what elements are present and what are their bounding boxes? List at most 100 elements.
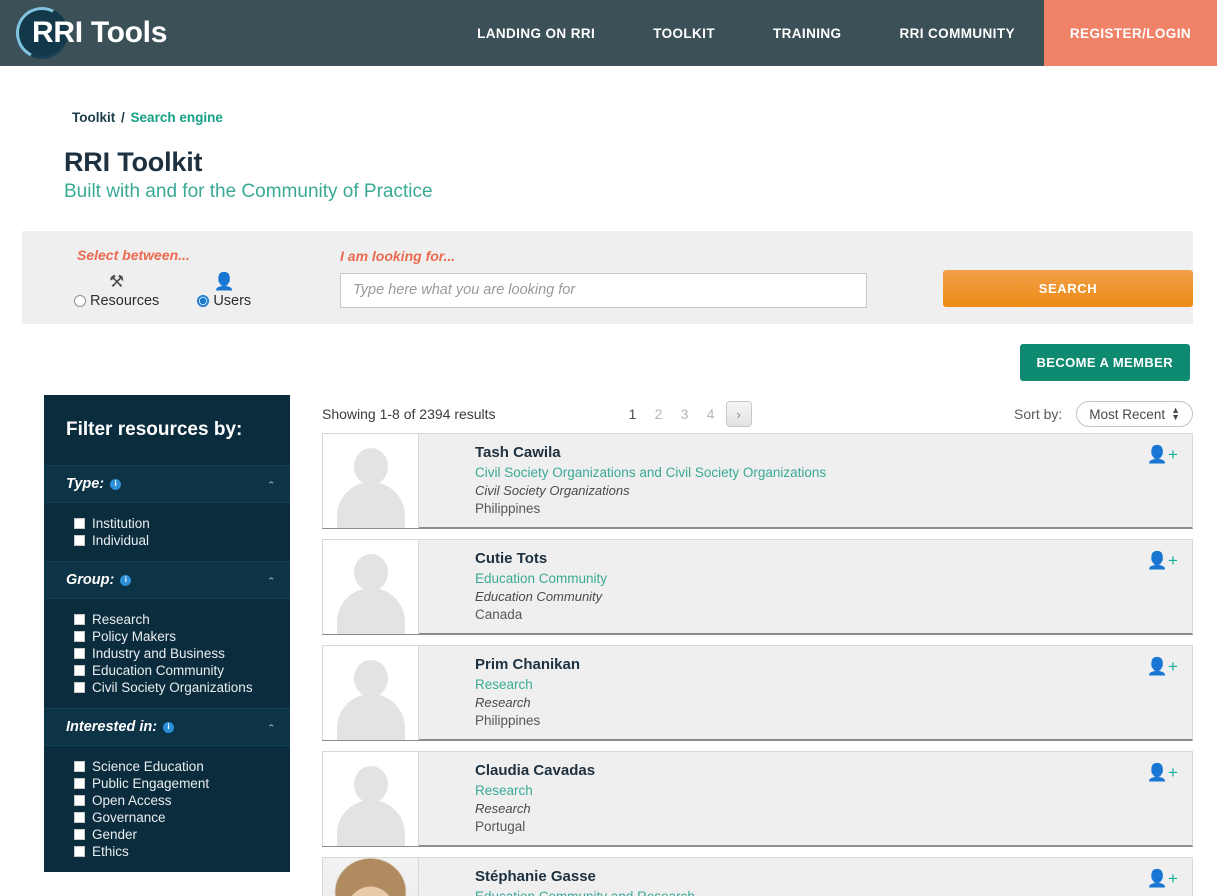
nav-item-register-login[interactable]: REGISTER/LOGIN [1043,0,1217,66]
filter-checkbox-gender[interactable]: Gender [44,826,290,843]
checkbox[interactable] [74,535,85,546]
add-user-icon[interactable]: 👤+ [1147,552,1178,569]
avatar-placeholder-icon [336,448,405,528]
avatar-placeholder-icon [336,554,405,634]
checkbox[interactable] [74,518,85,529]
chevron-up-icon[interactable]: ⌃ [267,722,276,731]
filter-section-type-label: Type: [66,476,105,492]
checkbox[interactable] [74,812,85,823]
checkbox[interactable] [74,648,85,659]
result-name[interactable]: Prim Chanikan [475,656,1192,673]
result-name[interactable]: Cutie Tots [475,550,1192,567]
checkbox[interactable] [74,614,85,625]
checkbox[interactable] [74,761,85,772]
result-name[interactable]: Claudia Cavadas [475,762,1192,779]
result-card[interactable]: Stéphanie Gasse Education Community and … [322,857,1193,896]
page-2[interactable]: 2 [646,406,672,422]
filter-sidebar: Filter resources by: Type: i ⌃ Instituti… [44,395,290,872]
result-type: Research [475,695,531,710]
filter-checkbox-public-engagement[interactable]: Public Engagement [44,775,290,792]
page-1[interactable]: 1 [620,406,646,422]
nav-item-rri-community[interactable]: RRI COMMUNITY [870,0,1043,66]
result-card[interactable]: Cutie Tots Education Community Education… [322,539,1193,635]
breadcrumb: Toolkit / Search engine [0,66,1217,125]
filter-options-group: Research Policy Makers Industry and Busi… [44,599,290,708]
result-groups[interactable]: Civil Society Organizations and Civil So… [475,465,1192,480]
info-icon[interactable]: i [110,478,122,490]
checkbox[interactable] [74,665,85,676]
filter-section-group[interactable]: Group: i ⌃ [44,561,290,599]
result-card[interactable]: Claudia Cavadas Research Research Portug… [322,751,1193,847]
avatar-photo [323,858,418,896]
add-user-icon[interactable]: 👤+ [1147,658,1178,675]
add-user-icon[interactable]: 👤+ [1147,870,1178,887]
page-3[interactable]: 3 [672,406,698,422]
result-groups[interactable]: Research [475,677,1192,692]
add-user-icon[interactable]: 👤+ [1147,446,1178,463]
filter-checkbox-open-access[interactable]: Open Access [44,792,290,809]
chevron-updown-icon: ▲ ▼ [1171,404,1180,422]
main-content: Filter resources by: Type: i ⌃ Instituti… [0,381,1217,896]
checkbox[interactable] [74,682,85,693]
filter-checkbox-policy-makers[interactable]: Policy Makers [44,628,290,645]
filter-checkbox-ethics[interactable]: Ethics [44,843,290,860]
filter-checkbox-research[interactable]: Research [44,611,290,628]
result-card[interactable]: Prim Chanikan Research Research Philippi… [322,645,1193,741]
brand-logo[interactable]: RRI Tools [0,0,380,66]
filter-section-interested-in[interactable]: Interested in: i ⌃ [44,708,290,746]
avatar [323,646,419,740]
info-icon[interactable]: i [163,721,175,733]
next-page-button[interactable]: › [725,401,752,427]
page-4[interactable]: 4 [698,406,724,422]
nav-item-training[interactable]: TRAINING [744,0,870,66]
search-button[interactable]: SEARCH [943,269,1193,307]
filter-section-type[interactable]: Type: i ⌃ [44,465,290,503]
result-card-body: Tash Cawila Civil Society Organizations … [419,434,1192,527]
sort-by-value: Most Recent [1089,406,1166,422]
radio-option-resources[interactable]: ⚒ Resources [74,272,159,309]
result-groups[interactable]: Education Community and Research [475,889,1192,896]
sort-by-select[interactable]: Most Recent ▲ ▼ [1076,401,1193,427]
chevron-up-icon[interactable]: ⌃ [267,479,276,488]
add-user-icon[interactable]: 👤+ [1147,764,1178,781]
filter-checkbox-institution[interactable]: Institution [44,515,290,532]
result-card-body: Claudia Cavadas Research Research Portug… [419,752,1192,845]
filter-checkbox-industry-and-business[interactable]: Industry and Business [44,645,290,662]
resources-radio[interactable] [74,294,86,307]
filter-checkbox-education-community[interactable]: Education Community [44,662,290,679]
become-a-member-button[interactable]: BECOME A MEMBER [1019,344,1190,381]
filter-checkbox-governance[interactable]: Governance [44,809,290,826]
breadcrumb-current[interactable]: Search engine [131,110,223,125]
radio-option-users[interactable]: 👤 Users [197,272,251,309]
info-icon[interactable]: i [120,574,132,586]
checkbox[interactable] [74,631,85,642]
checkbox[interactable] [74,795,85,806]
filter-options-type: Institution Individual [44,503,290,561]
filter-checkbox-science-education[interactable]: Science Education [44,758,290,775]
checkbox[interactable] [74,778,85,789]
filter-label: Governance [92,810,166,825]
filter-checkbox-civil-society-organizations[interactable]: Civil Society Organizations [44,679,290,696]
chevron-up-icon[interactable]: ⌃ [267,575,276,584]
results-header: Showing 1-8 of 2394 results 1 2 3 4 › So… [322,395,1193,433]
filter-checkbox-individual[interactable]: Individual [44,532,290,549]
result-groups[interactable]: Research [475,783,1192,798]
checkbox[interactable] [74,846,85,857]
select-between-group: Select between... ⚒ Resources 👤 Users [74,247,340,309]
users-radio[interactable] [197,294,210,307]
filter-options-interested-in: Science Education Public Engagement Open… [44,746,290,872]
result-card[interactable]: Tash Cawila Civil Society Organizations … [322,433,1193,529]
search-input[interactable] [340,272,867,308]
avatar-placeholder-icon [336,660,405,740]
result-card-body: Cutie Tots Education Community Education… [419,540,1192,633]
nav-item-toolkit[interactable]: TOOLKIT [624,0,744,66]
filter-label: Education Community [92,663,225,678]
result-name[interactable]: Tash Cawila [475,444,1192,461]
checkbox[interactable] [74,829,85,840]
filter-label: Civil Society Organizations [92,680,253,695]
breadcrumb-root[interactable]: Toolkit [72,110,115,125]
result-name[interactable]: Stéphanie Gasse [475,868,1192,885]
nav-item-landing-on-rri[interactable]: LANDING ON RRI [448,0,624,66]
avatar [323,752,419,846]
result-groups[interactable]: Education Community [475,571,1192,586]
